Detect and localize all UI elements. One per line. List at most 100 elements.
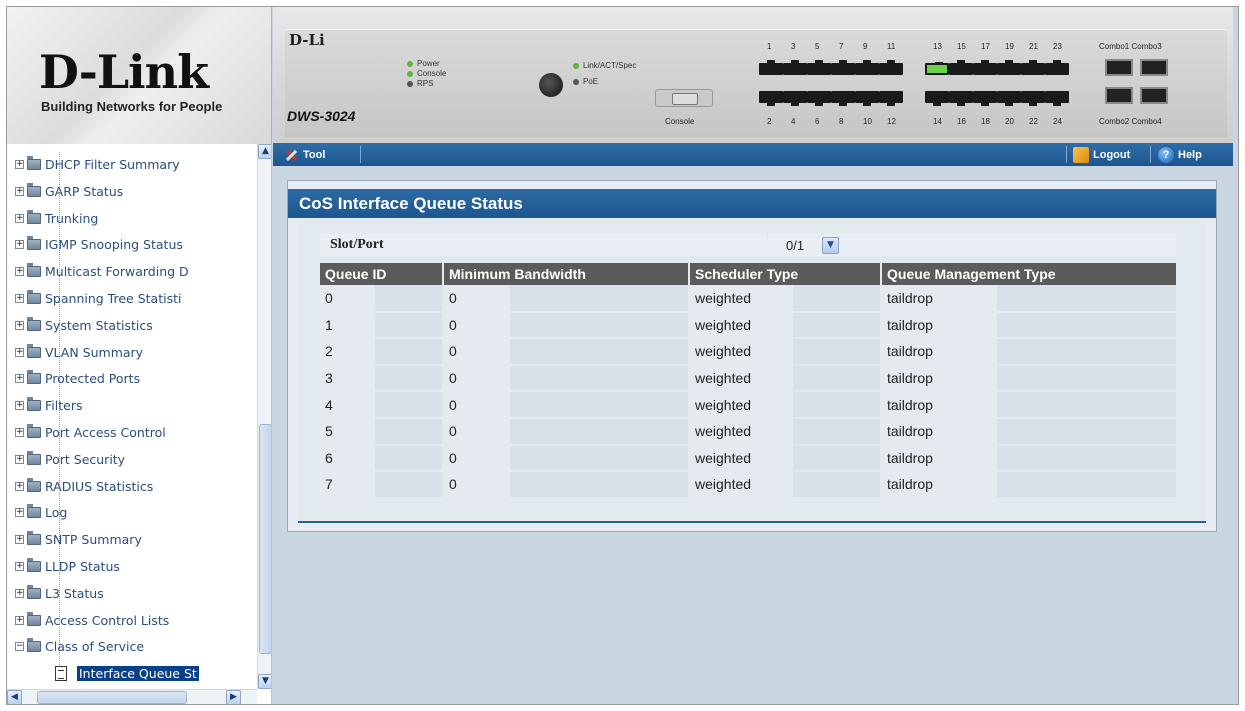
expand-icon[interactable]: + (15, 374, 24, 384)
table-cell: taildrop (881, 391, 1178, 419)
expand-icon[interactable]: + (15, 535, 24, 545)
sidebar-item-filters[interactable]: + Filters (7, 393, 257, 420)
ethernet-port-icon (807, 60, 831, 75)
expand-icon[interactable]: + (15, 615, 24, 625)
table-cell: 1 (320, 311, 444, 340)
logout-icon (1073, 147, 1089, 163)
panel-body: Slot/Port 0/1 ▼ Queue ID Minimum Bandwid… (298, 218, 1206, 523)
expand-icon[interactable]: + (15, 213, 24, 223)
scroll-thumb[interactable] (259, 424, 271, 654)
sidebar-item-label: RADIUS Statistics (45, 478, 154, 494)
table-cell: 4 (320, 391, 444, 419)
sidebar-item-igmp-snooping-status[interactable]: + IGMP Snooping Status (7, 232, 257, 259)
sidebar-horizontal-scrollbar[interactable]: ◀ ▶ (7, 689, 257, 704)
help-button[interactable]: ? Help (1158, 147, 1202, 163)
console-label: Console (665, 117, 695, 126)
sidebar-item-label: Interface Queue St (77, 666, 199, 682)
expand-icon[interactable]: + (15, 427, 24, 437)
expand-icon[interactable]: + (15, 293, 24, 303)
ethernet-port-icon (1045, 60, 1069, 75)
expand-icon[interactable]: + (15, 401, 24, 411)
sidebar-item-access-control-lists[interactable]: + Access Control Lists (7, 608, 257, 635)
port-number-label: 13 (933, 42, 942, 51)
sidebar-item-system-statistics[interactable]: + System Statistics (7, 313, 257, 340)
sidebar-item-protected-ports[interactable]: + Protected Ports (7, 366, 257, 393)
led-rps: RPS (407, 79, 433, 88)
table-cell: weighted (689, 285, 882, 313)
expand-icon[interactable]: + (15, 240, 24, 250)
sidebar-item-sntp-summary[interactable]: + SNTP Summary (7, 527, 257, 554)
table-row: 5 0 weighted taildrop (320, 417, 1178, 446)
cell-value: taildrop (887, 449, 933, 466)
sidebar-vertical-scrollbar[interactable]: ▲ ▼ (257, 144, 271, 689)
ethernet-port-icon (831, 91, 855, 106)
port-number-label: 8 (839, 117, 844, 126)
scroll-thumb[interactable] (37, 691, 187, 704)
combo-top-label: Combo1 Combo3 (1099, 42, 1162, 51)
port-number-label: 6 (815, 117, 820, 126)
scroll-right-icon[interactable]: ▶ (226, 690, 241, 704)
sidebar-item-class-of-service[interactable]: − Class of Service (7, 634, 257, 661)
table-cell: weighted (689, 417, 882, 446)
sidebar-item-label: L3 Status (45, 585, 104, 601)
sidebar-item-log[interactable]: + Log (7, 500, 257, 527)
table-row: 6 0 weighted taildrop (320, 444, 1178, 473)
expand-icon[interactable]: + (15, 267, 24, 277)
scroll-up-icon[interactable]: ▲ (258, 144, 271, 159)
ethernet-port-icon (925, 91, 949, 106)
sidebar-item-garp-status[interactable]: + GARP Status (7, 179, 257, 206)
sidebar-item-trunking[interactable]: + Trunking (7, 206, 257, 233)
scroll-left-icon[interactable]: ◀ (7, 690, 22, 704)
sidebar-item-spanning-tree-statisti[interactable]: + Spanning Tree Statisti (7, 286, 257, 313)
cell-value: 0 (325, 289, 333, 306)
sidebar-item-label: LLDP Status (45, 558, 120, 574)
port-number-label: 23 (1053, 42, 1062, 51)
table-cell: weighted (689, 444, 882, 473)
cell-value: weighted (695, 343, 752, 360)
sidebar-item-port-access-control[interactable]: + Port Access Control (7, 420, 257, 447)
sidebar-item-label: Class of Service (45, 639, 145, 655)
slot-port-select[interactable]: 0/1 (782, 236, 854, 256)
port-number-label: 20 (1005, 117, 1014, 126)
scroll-down-icon[interactable]: ▼ (258, 674, 271, 689)
table-cell: weighted (689, 311, 882, 340)
sidebar-item-port-security[interactable]: + Port Security (7, 447, 257, 474)
sidebar-item-label: Spanning Tree Statisti (45, 290, 182, 306)
expand-icon[interactable]: + (15, 481, 24, 491)
cell-value: 1 (325, 316, 333, 333)
led-link-act: Link/ACT/Spec (573, 61, 636, 70)
led-poe: PoE (573, 77, 598, 86)
sidebar-item-dhcp-filter-summary[interactable]: + DHCP Filter Summary (7, 152, 257, 179)
expand-icon[interactable]: + (15, 454, 24, 464)
sidebar-item-label: SNTP Summary (45, 532, 142, 548)
expand-icon[interactable]: + (15, 160, 24, 169)
tool-menu[interactable]: Tool (283, 147, 325, 163)
sidebar-item-lldp-status[interactable]: + LLDP Status (7, 554, 257, 581)
led-icon (407, 80, 413, 87)
ethernet-port-icon (973, 60, 997, 75)
logout-button[interactable]: Logout (1073, 147, 1130, 163)
sidebar-item-label: Protected Ports (45, 371, 141, 387)
collapse-icon[interactable]: − (15, 642, 24, 652)
status-panel: CoS Interface Queue Status Slot/Port 0/1… (287, 180, 1217, 532)
sidebar-item-vlan-summary[interactable]: + VLAN Summary (7, 340, 257, 367)
table-row: 4 0 weighted taildrop (320, 391, 1178, 419)
expand-icon[interactable]: + (15, 508, 24, 518)
table-cell: 0 (443, 471, 690, 499)
expand-icon[interactable]: + (15, 347, 24, 357)
expand-icon[interactable]: + (15, 561, 24, 571)
tool-label: Tool (303, 149, 326, 161)
device-model: DWS-3024 (287, 108, 356, 124)
sidebar-item-radius-statistics[interactable]: + RADIUS Statistics (7, 474, 257, 501)
ethernet-port-icon (759, 60, 783, 75)
folder-icon (27, 477, 41, 492)
port-number-label: 10 (863, 117, 872, 126)
expand-icon[interactable]: + (15, 588, 24, 598)
expand-icon[interactable]: + (15, 320, 24, 330)
expand-icon[interactable]: + (15, 186, 24, 196)
table-cell: 3 (320, 364, 444, 393)
sidebar-item-l3-status[interactable]: + L3 Status (7, 581, 257, 608)
sidebar-item-interface-queue-status[interactable]: Interface Queue St (7, 661, 257, 688)
chevron-down-icon[interactable]: ▼ (822, 237, 839, 254)
sidebar-item-multicast-forwarding-d[interactable]: + Multicast Forwarding D (7, 259, 257, 286)
